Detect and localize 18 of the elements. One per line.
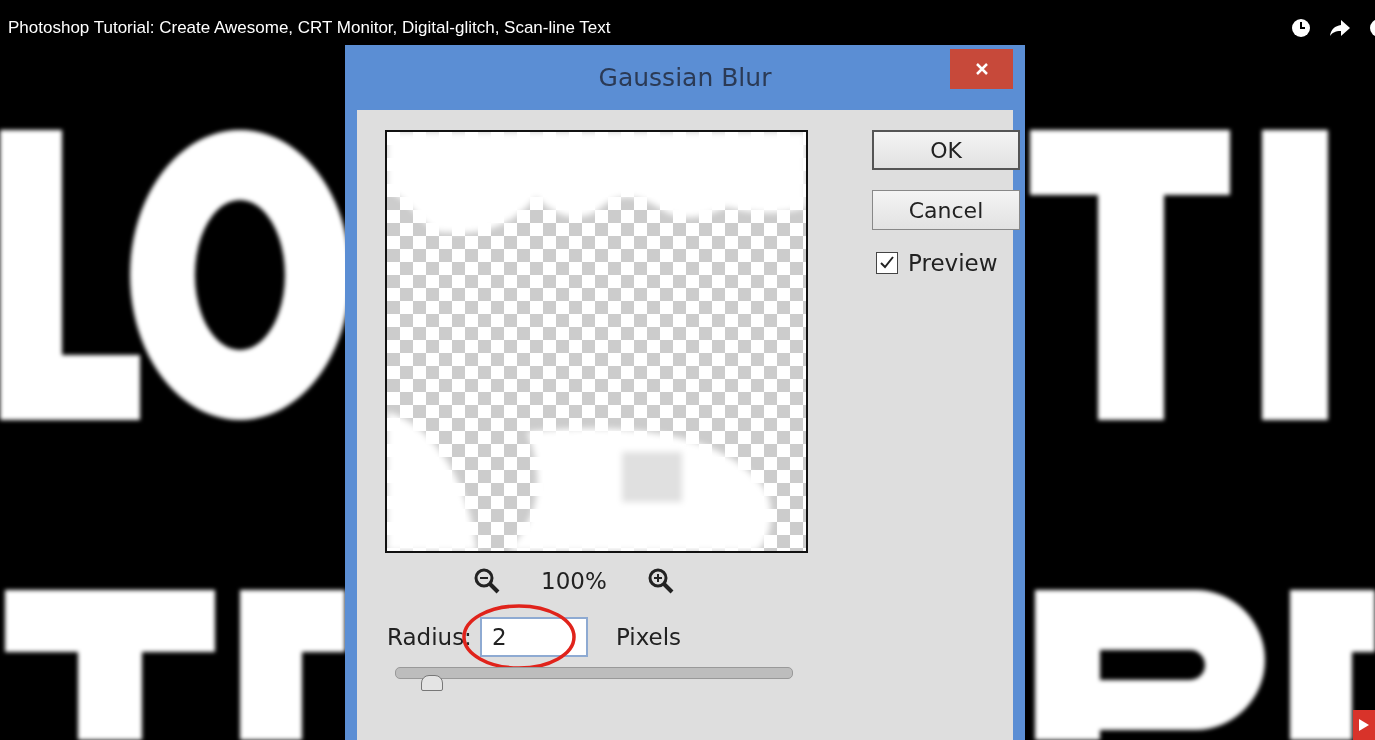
zoom-percent: 100% bbox=[541, 568, 607, 594]
cancel-button[interactable]: Cancel bbox=[872, 190, 1020, 230]
ok-button[interactable]: OK bbox=[872, 130, 1020, 170]
close-button[interactable] bbox=[950, 49, 1013, 89]
slider-thumb[interactable] bbox=[420, 675, 443, 691]
subscribe-badge[interactable] bbox=[1353, 710, 1375, 740]
preview-checkbox[interactable] bbox=[876, 252, 898, 274]
zoom-in-icon[interactable] bbox=[646, 567, 675, 595]
preview-label: Preview bbox=[908, 250, 998, 276]
radius-slider[interactable] bbox=[395, 667, 793, 691]
clock-icon[interactable] bbox=[1291, 18, 1311, 38]
unit-label: Pixels bbox=[615, 624, 682, 650]
video-title: Photoshop Tutorial: Create Awesome, CRT Monitor, Digital-glitch, Scan-line Text bbox=[8, 18, 611, 38]
zoom-out-icon[interactable] bbox=[473, 567, 501, 595]
share-arrow-icon[interactable] bbox=[1329, 18, 1351, 38]
radius-input[interactable]: 2 bbox=[479, 617, 588, 657]
dialog-title: Gaussian Blur bbox=[598, 63, 772, 92]
close-icon bbox=[974, 62, 989, 76]
